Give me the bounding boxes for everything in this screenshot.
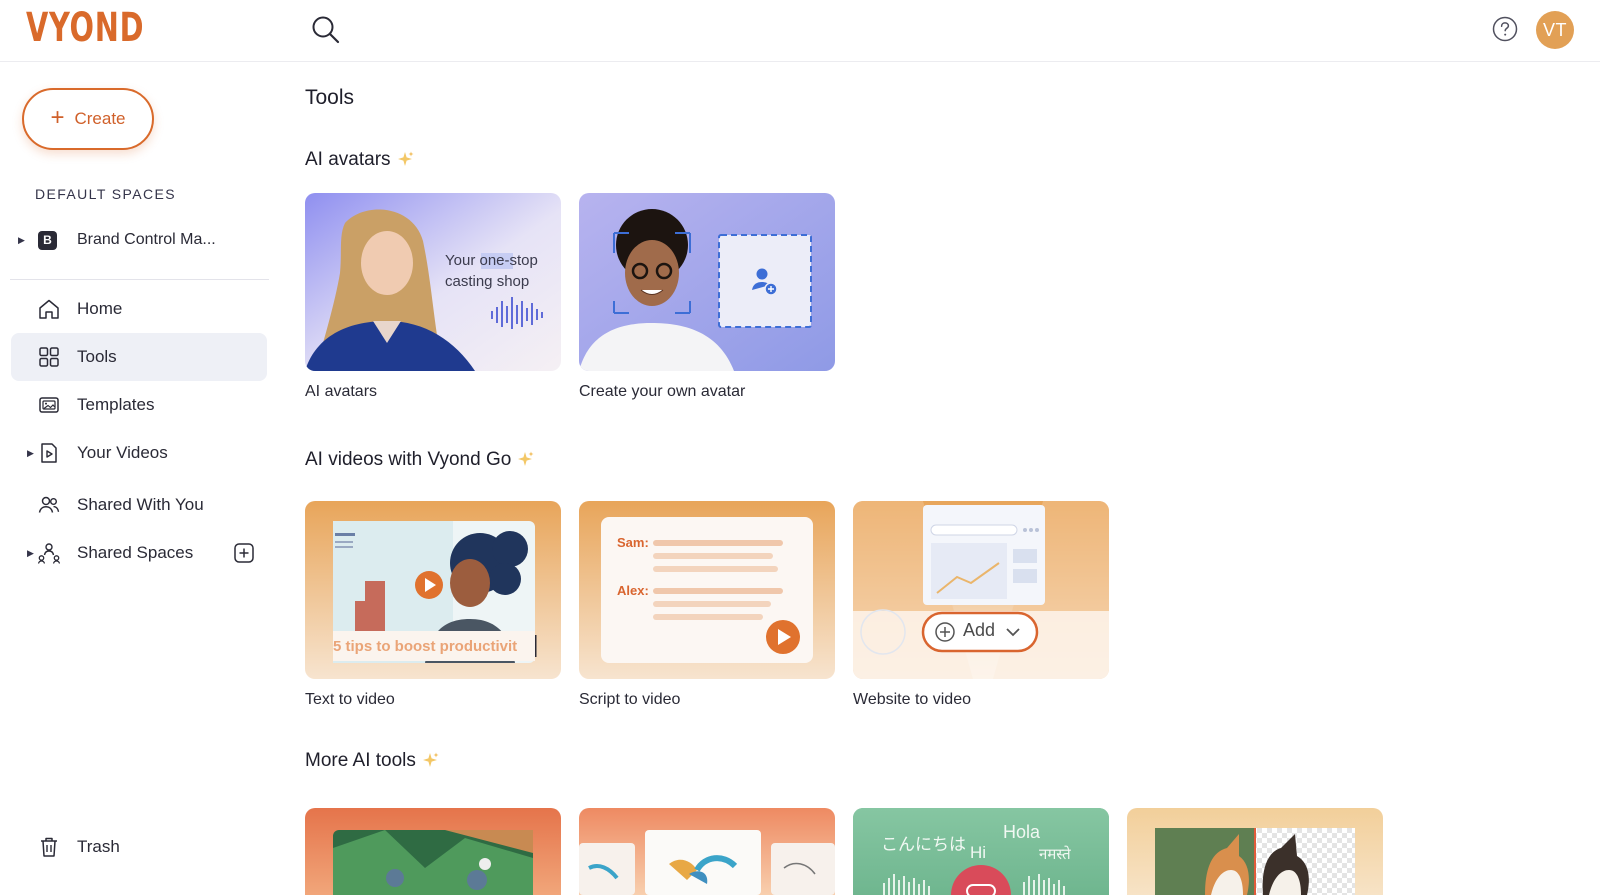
card-label: Script to video <box>579 691 681 708</box>
thumb-word: Hi <box>970 843 987 862</box>
sidebar-item-your-videos[interactable]: ▶ Your Videos <box>11 429 267 477</box>
search-icon <box>312 16 340 44</box>
thumb-word: Hola <box>1003 822 1041 842</box>
sidebar-item-label: Shared With You <box>77 495 204 514</box>
card-website-to-video[interactable]: Add Website to video <box>853 501 1109 709</box>
page-title: Tools <box>305 86 355 109</box>
sidebar-item-tools[interactable]: Tools <box>11 333 267 381</box>
space-badge: B <box>38 230 57 250</box>
sidebar-item-label: Home <box>77 299 123 318</box>
sidebar-item-label: Templates <box>77 395 155 414</box>
card-label: Create your own avatar <box>579 383 746 400</box>
thumb-word: नमस्ते <box>1039 846 1071 863</box>
card-thumbnail <box>579 808 835 895</box>
card-ai-tool-background-removal[interactable] <box>1127 808 1383 895</box>
card-label: AI avatars <box>305 383 378 400</box>
top-bar: VYOND VT <box>0 0 1600 62</box>
people-icon <box>38 496 60 513</box>
default-spaces-label: DEFAULT SPACES <box>35 186 176 202</box>
sidebar-item-label: Tools <box>77 347 117 366</box>
section-title-text: AI avatars <box>305 149 391 170</box>
card-thumbnail <box>305 808 561 895</box>
trash-icon <box>41 837 57 857</box>
card-text-to-video[interactable]: 5 tips to boost productivit Text to vide… <box>305 501 561 709</box>
section-title-text: AI videos with Vyond Go <box>305 449 512 470</box>
card-thumbnail: Add <box>853 501 1109 679</box>
speaker-label: Sam: <box>617 535 649 550</box>
thumb-caption: 5 tips to boost productivit <box>333 638 518 655</box>
sparkle-icon <box>518 451 534 466</box>
card-ai-tool-style[interactable] <box>579 808 835 895</box>
expand-caret-icon[interactable]: ▶ <box>27 548 37 559</box>
logo-text: VYOND <box>26 5 145 51</box>
shared-spaces-icon <box>37 543 61 564</box>
card-thumbnail: 5 tips to boost productivit <box>305 501 561 679</box>
space-item-brand-control[interactable]: ▶ B Brand Control Ma... <box>10 218 268 262</box>
sparkle-icon <box>397 151 414 166</box>
section-title-ai-videos: AI videos with Vyond Go <box>305 449 535 471</box>
vyond-logo[interactable]: VYOND <box>26 8 190 48</box>
card-ai-tool-image[interactable] <box>305 808 561 895</box>
sidebar: + Create DEFAULT SPACES ▶ B Brand Contro… <box>0 62 275 895</box>
sidebar-item-shared-with-you[interactable]: Shared With You <box>11 481 267 529</box>
templates-icon <box>39 397 59 413</box>
plus-icon: + <box>50 104 65 131</box>
section-title-text: More AI tools <box>305 750 416 771</box>
card-thumbnail: Your one-stop casting shop <box>305 193 561 371</box>
card-create-your-own-avatar[interactable]: Create your own avatar <box>579 193 835 401</box>
thumb-caption: Your one-stop casting shop <box>445 252 538 290</box>
create-button-label: Create <box>74 109 126 128</box>
add-button-label: Add <box>963 620 996 640</box>
card-ai-tool-translate[interactable]: こんにちは Hi Hola नमस्ते <box>853 808 1109 895</box>
create-button[interactable]: + Create <box>22 88 154 150</box>
sidebar-item-label: Your Videos <box>77 443 168 462</box>
card-thumbnail <box>1127 808 1383 895</box>
thumb-word: こんにちは <box>881 835 966 854</box>
expand-caret-icon[interactable]: ▶ <box>27 448 37 459</box>
search-button[interactable] <box>310 14 342 46</box>
user-avatar[interactable]: VT <box>1536 11 1574 49</box>
help-icon <box>1492 16 1518 42</box>
section-title-ai-avatars: AI avatars <box>305 149 415 171</box>
add-space-icon[interactable] <box>233 542 255 564</box>
card-thumbnail: こんにちは Hi Hola नमस्ते <box>853 808 1109 895</box>
expand-caret-icon[interactable]: ▶ <box>18 235 28 246</box>
sidebar-item-label: Trash <box>77 837 120 856</box>
card-thumbnail <box>579 193 835 371</box>
card-ai-avatars[interactable]: Your one-stop casting shop AI avatars <box>305 193 561 401</box>
sidebar-item-trash[interactable]: Trash <box>11 823 267 871</box>
sidebar-item-shared-spaces[interactable]: ▶ Shared Spaces <box>11 529 267 577</box>
home-icon <box>39 299 59 319</box>
sidebar-item-home[interactable]: Home <box>11 285 267 333</box>
sparkle-icon <box>422 752 439 767</box>
card-script-to-video[interactable]: Sam: Alex: Script to video <box>579 501 835 709</box>
section-title-more-ai-tools: More AI tools <box>305 750 440 772</box>
sidebar-item-label: Shared Spaces <box>77 543 194 562</box>
space-name: Brand Control Ma... <box>77 231 216 248</box>
sidebar-item-templates[interactable]: Templates <box>11 381 267 429</box>
card-label: Text to video <box>305 691 395 708</box>
sidebar-divider <box>10 279 269 280</box>
main-content: Tools AI avatars Your one-stop casting s… <box>305 62 1600 895</box>
card-label: Website to video <box>853 691 971 708</box>
speaker-label: Alex: <box>617 583 649 598</box>
help-button[interactable] <box>1492 16 1518 42</box>
video-file-icon <box>41 443 57 463</box>
grid-icon <box>39 347 59 367</box>
card-thumbnail: Sam: Alex: <box>579 501 835 679</box>
